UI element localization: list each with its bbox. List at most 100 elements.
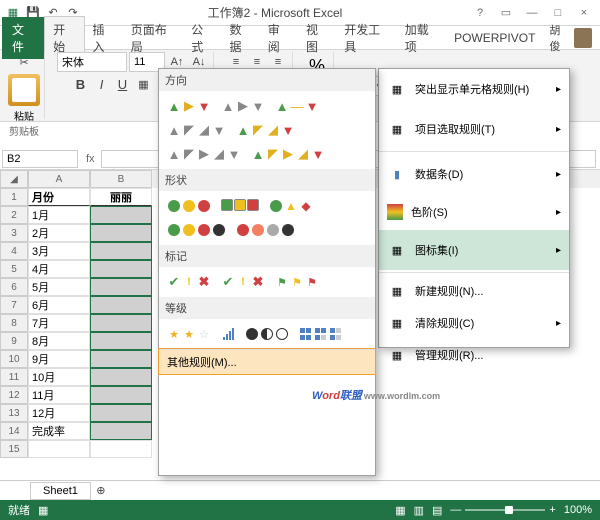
cf-clear-rules[interactable]: ▦清除规则(C)▸ xyxy=(379,307,569,339)
ribbon-toggle-icon[interactable]: ▭ xyxy=(494,3,518,23)
user-name[interactable]: 胡俊 xyxy=(543,22,598,54)
col-header-b[interactable]: B xyxy=(90,170,152,188)
iconset-3stars[interactable]: ★★☆ xyxy=(165,325,213,343)
iconset-3signs[interactable]: ▲◆ xyxy=(267,197,315,215)
italic-button[interactable]: I xyxy=(92,74,112,94)
zoom-slider[interactable]: —+ xyxy=(450,504,555,516)
help-icon[interactable]: ? xyxy=(468,3,492,23)
row-header[interactable]: 2 xyxy=(0,206,28,224)
iconset-3flags[interactable]: ⚑⚑⚑ xyxy=(273,273,321,291)
iconset-4arrows-gray[interactable]: ▲◤◢▼ xyxy=(165,121,228,139)
maximize-icon[interactable]: □ xyxy=(546,3,570,23)
row-header[interactable]: 7 xyxy=(0,296,28,314)
cell[interactable] xyxy=(90,224,152,242)
row-header[interactable]: 6 xyxy=(0,278,28,296)
cell[interactable] xyxy=(90,350,152,368)
row-header[interactable]: 12 xyxy=(0,386,28,404)
cf-top-rules[interactable]: ▦项目选取规则(T)▸ xyxy=(379,109,569,149)
sheet-tab[interactable]: Sheet1 xyxy=(30,482,91,500)
more-rules[interactable]: 其他规则(M)... xyxy=(159,349,375,374)
cell[interactable] xyxy=(90,386,152,404)
cell[interactable]: 11月 xyxy=(28,386,90,404)
iconset-3triangles[interactable]: ▲—▼ xyxy=(273,97,321,115)
cf-new-rule[interactable]: ▦新建规则(N)... xyxy=(379,275,569,307)
cell[interactable]: 4月 xyxy=(28,260,90,278)
cut-icon[interactable]: ✂ xyxy=(14,52,34,72)
cell[interactable]: 12月 xyxy=(28,404,90,422)
cell[interactable] xyxy=(90,368,152,386)
paste-button[interactable] xyxy=(8,74,40,106)
cell[interactable] xyxy=(90,422,152,440)
tab-powerpivot[interactable]: POWERPIVOT xyxy=(446,27,543,49)
view-break-icon[interactable]: ▤ xyxy=(432,504,442,517)
iconset-3traffic-rimmed[interactable] xyxy=(219,197,261,215)
cell[interactable]: 丽丽 xyxy=(90,188,152,206)
iconset-3symbols-circled[interactable]: ✔!✖ xyxy=(165,273,213,291)
select-all-corner[interactable]: ◢ xyxy=(0,170,28,188)
iconset-5arrows-color[interactable]: ▲◤▶◢▼ xyxy=(249,145,327,163)
cell[interactable]: 1月 xyxy=(28,206,90,224)
row-header[interactable]: 15 xyxy=(0,440,28,458)
cell[interactable] xyxy=(90,206,152,224)
cell[interactable] xyxy=(90,296,152,314)
col-header-a[interactable]: A xyxy=(28,170,90,188)
cell[interactable] xyxy=(90,440,152,458)
row-header[interactable]: 14 xyxy=(0,422,28,440)
cf-manage-rules[interactable]: ▦管理规则(R)... xyxy=(379,339,569,371)
underline-button[interactable]: U xyxy=(113,74,133,94)
font-name-combo[interactable]: 宋体 xyxy=(57,52,127,72)
border-button[interactable]: ▦ xyxy=(134,74,154,94)
zoom-value[interactable]: 100% xyxy=(564,504,592,516)
iconset-5arrows-gray[interactable]: ▲◤▶◢▼ xyxy=(165,145,243,163)
iconset-5quarters[interactable] xyxy=(243,325,291,343)
row-header[interactable]: 8 xyxy=(0,314,28,332)
bold-button[interactable]: B xyxy=(71,74,91,94)
iconset-4arrows-color[interactable]: ▲◤◢▼ xyxy=(234,121,297,139)
cell[interactable]: 8月 xyxy=(28,332,90,350)
cell[interactable] xyxy=(90,242,152,260)
cell[interactable]: 3月 xyxy=(28,242,90,260)
cell[interactable] xyxy=(90,314,152,332)
iconset-4traffic[interactable] xyxy=(165,221,228,239)
cell[interactable]: 5月 xyxy=(28,278,90,296)
iconset-3symbols[interactable]: ✔!✖ xyxy=(219,273,267,291)
cell[interactable]: 完成率 xyxy=(28,422,90,440)
row-header[interactable]: 5 xyxy=(0,260,28,278)
fx-icon[interactable]: fx xyxy=(80,153,101,165)
row-header[interactable]: 13 xyxy=(0,404,28,422)
iconset-3traffic-unrimmed[interactable] xyxy=(165,197,213,215)
iconset-3arrows-gray[interactable]: ▲▶▼ xyxy=(219,97,267,115)
name-box[interactable]: B2 xyxy=(2,150,78,168)
row-header[interactable]: 4 xyxy=(0,242,28,260)
cell[interactable] xyxy=(90,278,152,296)
cf-color-scales[interactable]: 色阶(S)▸ xyxy=(379,194,569,230)
close-icon[interactable]: × xyxy=(572,3,596,23)
new-sheet-icon[interactable]: ⊕ xyxy=(91,481,111,501)
cell[interactable] xyxy=(90,260,152,278)
cell[interactable]: 6月 xyxy=(28,296,90,314)
iconset-5boxes[interactable] xyxy=(297,325,345,343)
cf-data-bars[interactable]: ▮数据条(D)▸ xyxy=(379,154,569,194)
cell[interactable]: 7月 xyxy=(28,314,90,332)
iconset-3arrows-color[interactable]: ▲▶▼ xyxy=(165,97,213,115)
view-normal-icon[interactable]: ▦ xyxy=(395,504,405,517)
iconset-5bars[interactable] xyxy=(219,325,237,343)
cell[interactable] xyxy=(28,440,90,458)
cell[interactable] xyxy=(90,332,152,350)
view-layout-icon[interactable]: ▥ xyxy=(414,504,424,517)
cf-icon-sets[interactable]: ▦图标集(I)▸ xyxy=(379,230,569,270)
row-header[interactable]: 11 xyxy=(0,368,28,386)
row-header[interactable]: 1 xyxy=(0,188,28,206)
macro-icon[interactable]: ▦ xyxy=(38,504,48,517)
row-header[interactable]: 10 xyxy=(0,350,28,368)
cf-highlight-rules[interactable]: ▦突出显示单元格规则(H)▸ xyxy=(379,69,569,109)
cell[interactable]: 月份 xyxy=(28,188,90,206)
cell[interactable]: 9月 xyxy=(28,350,90,368)
minimize-icon[interactable]: — xyxy=(520,3,544,23)
iconset-red-to-black[interactable] xyxy=(234,221,297,239)
cell[interactable] xyxy=(90,404,152,422)
cell[interactable]: 2月 xyxy=(28,224,90,242)
row-header[interactable]: 9 xyxy=(0,332,28,350)
row-header[interactable]: 3 xyxy=(0,224,28,242)
cell[interactable]: 10月 xyxy=(28,368,90,386)
